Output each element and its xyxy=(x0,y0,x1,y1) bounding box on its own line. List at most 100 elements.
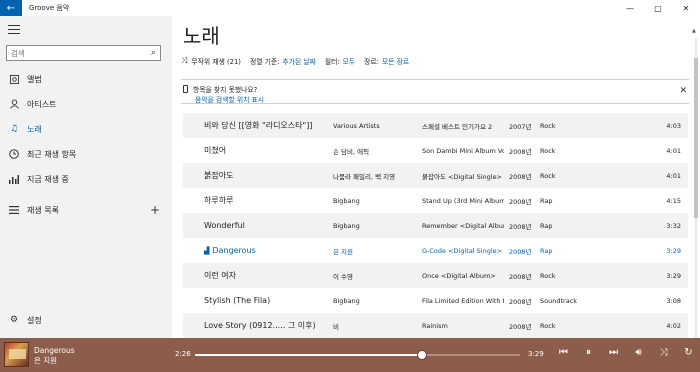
close-icon[interactable]: ✕ xyxy=(679,86,687,96)
sidebar-item-albums[interactable]: 앨범 xyxy=(0,67,172,91)
shuffle-icon[interactable]: ⤨ xyxy=(181,56,187,66)
song-album[interactable]: 붉잡아도 <Digital Single> xyxy=(422,171,504,181)
filter-dropdown[interactable]: 모두 xyxy=(343,56,356,66)
table-row[interactable]: ▟ Dangerous 은 지원 G-Code <Digital Single> 200… xyxy=(183,238,688,263)
sidebar: ⌕ 앨범 아티스트 ♫ 노래 최근 재생 항목 지금 재생 중 재생 목록 + xyxy=(0,16,172,338)
add-playlist-icon[interactable]: + xyxy=(150,203,160,217)
song-title: 비와 당신 [[영화 "라디오스타"]] xyxy=(204,121,313,130)
song-year: 2008년 xyxy=(509,222,532,231)
song-title: ▟ Dangerous xyxy=(204,246,256,255)
song-artist[interactable]: 손 담비, 에픽 xyxy=(333,146,413,156)
missing-music-notice: 항목을 찾지 못했나요? 음악을 검색할 위치 표시 ✕ xyxy=(181,79,689,104)
now-playing-artist[interactable]: 은 지원 xyxy=(34,355,57,366)
sort-dropdown[interactable]: 추가된 날짜 xyxy=(282,56,315,66)
repeat-icon[interactable]: ↻ xyxy=(676,347,700,358)
choose-music-location-link[interactable]: 음악을 검색할 위치 표시 xyxy=(195,94,264,104)
song-artist[interactable]: 은 지원 xyxy=(333,246,413,256)
song-album[interactable]: Once <Digital Album> xyxy=(422,272,504,280)
song-year: 2008년 xyxy=(509,272,532,281)
song-genre: Soundtrack xyxy=(540,296,578,305)
song-artist[interactable]: Bigbang xyxy=(333,222,413,230)
hamburger-menu-icon[interactable] xyxy=(8,25,20,34)
current-time: 2:26 xyxy=(175,350,191,358)
song-duration: 4:01 xyxy=(666,171,681,180)
close-window-button[interactable]: ✕ xyxy=(672,0,700,16)
song-album[interactable]: Son Dambi Mini Album Vol xyxy=(422,147,504,155)
progress-knob[interactable] xyxy=(417,350,428,360)
title-bar: ← Groove 음악 — □ ✕ xyxy=(0,0,700,16)
genre-dropdown[interactable]: 모든 장르 xyxy=(382,56,409,66)
search-box[interactable]: ⌕ xyxy=(6,45,161,61)
song-artist[interactable]: 이 수영 xyxy=(333,271,413,281)
gear-icon: ⚙ xyxy=(9,315,19,325)
song-duration: 3:29 xyxy=(666,271,681,280)
sidebar-item-recent[interactable]: 최근 재생 항목 xyxy=(0,142,172,166)
song-genre: Rock xyxy=(540,121,556,130)
minimize-button[interactable]: — xyxy=(616,0,644,16)
now-playing-title[interactable]: Dangerous xyxy=(34,346,75,355)
table-row[interactable]: 붉잡아도 나뭄라 패밀리, 백 지영 붉잡아도 <Digital Single> 20… xyxy=(183,163,688,188)
sidebar-item-playlists[interactable]: 재생 목록 + xyxy=(0,198,172,222)
volume-icon[interactable]: 🔊︎ xyxy=(626,347,651,358)
song-album[interactable]: Rainism xyxy=(422,322,504,330)
song-year: 2008년 xyxy=(509,147,532,156)
table-row[interactable]: 미쳤어 손 담비, 에픽 Son Dambi Mini Album Vol 2008년… xyxy=(183,138,688,163)
table-row[interactable]: Stylish (The Fila) Bigbang Fila Limited Ed… xyxy=(183,288,688,313)
sidebar-item-label: 아티스트 xyxy=(27,99,57,109)
song-list: 비와 당신 [[영화 "라디오스타"]] Various Artists 스페셜 베… xyxy=(183,113,688,338)
song-year: 2008년 xyxy=(509,197,532,206)
song-year: 2008년 xyxy=(509,297,532,306)
song-artist[interactable]: 비 xyxy=(333,321,413,331)
vertical-scrollbar[interactable]: ▲ ▼ xyxy=(692,28,698,350)
sidebar-item-now-playing[interactable]: 지금 재생 중 xyxy=(0,167,172,191)
next-icon[interactable]: ⏭ xyxy=(601,347,626,358)
song-duration: 3:08 xyxy=(666,296,681,305)
progress-slider[interactable] xyxy=(195,350,520,360)
table-row[interactable]: 하루하루 Bigbang Stand Up (3rd Mini Album 2008년… xyxy=(183,188,688,213)
song-genre: Rock xyxy=(540,146,556,155)
table-row[interactable]: 이런 여자 이 수영 Once <Digital Album> 2008년 Rock 3:… xyxy=(183,263,688,288)
song-genre: Rap xyxy=(540,196,553,205)
song-title: Wonderful xyxy=(204,221,245,230)
search-icon[interactable]: ⌕ xyxy=(151,48,156,58)
scrollbar-thumb[interactable] xyxy=(694,58,698,218)
album-art[interactable] xyxy=(4,342,29,367)
song-year: 2008년 xyxy=(509,247,532,256)
song-artist[interactable]: 나뭄라 패밀리, 백 지영 xyxy=(333,171,413,181)
notice-question: 항목을 찾지 못했나요? xyxy=(193,86,258,94)
search-input[interactable] xyxy=(11,48,151,58)
maximize-button[interactable]: □ xyxy=(644,0,672,16)
table-row[interactable]: Wonderful Bigbang Remember <Digital Album 2… xyxy=(183,213,688,238)
song-album[interactable]: 스페셜 베스트 인기가요 2 xyxy=(422,121,504,131)
clock-icon xyxy=(9,149,19,159)
sidebar-item-settings[interactable]: ⚙ 설정 xyxy=(0,308,172,332)
app-title: Groove 음악 xyxy=(29,4,70,12)
song-album[interactable]: Stand Up (3rd Mini Album xyxy=(422,197,504,205)
previous-icon[interactable]: ⏮ xyxy=(551,347,576,358)
sort-label: 정렬 기준: xyxy=(249,58,280,66)
sidebar-item-artists[interactable]: 아티스트 xyxy=(0,92,172,116)
song-genre: Rap xyxy=(540,246,553,255)
scroll-up-icon[interactable]: ▲ xyxy=(692,28,696,34)
song-album[interactable]: Remember <Digital Album xyxy=(422,222,504,230)
back-button[interactable]: ← xyxy=(0,0,22,16)
song-album[interactable]: Fila Limited Edition With B xyxy=(422,297,504,305)
sidebar-item-label: 설정 xyxy=(27,315,42,325)
playlist-icon xyxy=(9,205,19,215)
song-duration: 4:01 xyxy=(666,146,681,155)
music-note-icon: ♫ xyxy=(9,124,19,134)
song-artist[interactable]: Various Artists xyxy=(333,122,413,130)
sidebar-item-songs[interactable]: ♫ 노래 xyxy=(0,117,172,141)
song-title: 미쳤어 xyxy=(204,146,227,155)
table-row[interactable]: Love Story (0912..... 그 이후) 비 Rainism 2008년… xyxy=(183,313,688,338)
song-artist[interactable]: Bigbang xyxy=(333,297,413,305)
table-row[interactable]: 비와 당신 [[영화 "라디오스타"]] Various Artists 스페셜 베… xyxy=(183,113,688,138)
song-album[interactable]: G-Code <Digital Single> xyxy=(422,247,504,255)
shuffle-toggle-icon[interactable]: ⤨ xyxy=(651,347,676,358)
sidebar-item-label: 최근 재생 항목 xyxy=(27,149,77,159)
song-duration: 3:29 xyxy=(666,246,681,255)
pause-icon[interactable]: ⏸ xyxy=(576,347,601,358)
shuffle-all-button[interactable]: 무작위 재생 (21) xyxy=(191,56,241,66)
sidebar-item-label: 노래 xyxy=(27,124,42,134)
song-artist[interactable]: Bigbang xyxy=(333,197,413,205)
